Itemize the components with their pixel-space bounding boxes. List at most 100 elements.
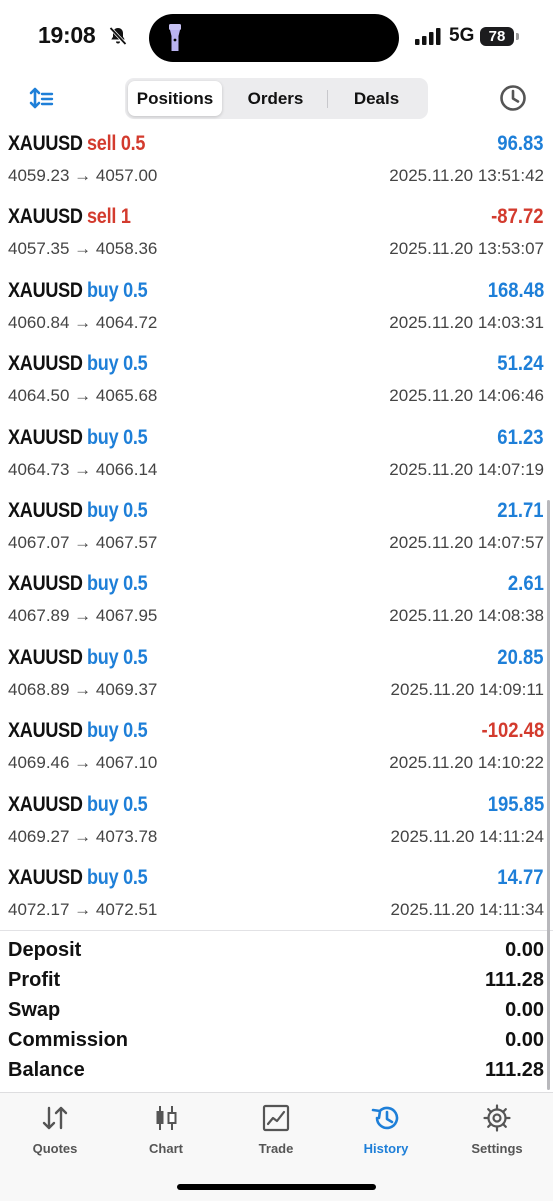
- deal-datetime: 2025.11.20 14:10:22: [389, 753, 544, 773]
- deal-prices: 4067.07 → 4067.57: [8, 532, 158, 552]
- signal-icon: [415, 28, 441, 50]
- deal-profit: 20.85: [497, 645, 544, 669]
- deal-datetime: 2025.11.20 14:03:31: [389, 312, 544, 332]
- summary-row-profit: Profit 111.28: [0, 967, 553, 997]
- status-time: 19:08: [38, 22, 96, 48]
- deal-profit: 51.24: [497, 352, 544, 376]
- deal-prices: 4072.17 → 4072.51: [8, 899, 158, 919]
- deal-profit: -102.48: [481, 719, 544, 743]
- deal-profit: 195.85: [487, 792, 544, 816]
- tab-label: Trade: [258, 1141, 294, 1156]
- list-item[interactable]: XAUUSD buy 0.5 20.85 4068.89 → 4069.37 20…: [0, 642, 553, 715]
- deal-prices: 4064.50 → 4065.68: [8, 386, 158, 406]
- tab-history[interactable]: History: [336, 1101, 436, 1156]
- summary-value: 0.00: [505, 939, 544, 961]
- list-item[interactable]: XAUUSD sell 0.5 96.83 4059.23 → 4057.00 2…: [0, 128, 553, 201]
- summary-value: 111.28: [485, 1059, 544, 1081]
- tab-deals[interactable]: Deals: [328, 81, 425, 116]
- tab-settings[interactable]: Settings: [447, 1101, 547, 1156]
- deal-symbol: XAUUSD sell 0.5: [8, 132, 146, 155]
- deals-list: XAUUSD sell 0.5 96.83 4059.23 → 4057.00 2…: [0, 128, 553, 935]
- deal-prices: 4068.89 → 4069.37: [8, 679, 158, 699]
- battery-cap: [516, 33, 519, 40]
- deal-symbol: XAUUSD buy 0.5: [8, 498, 148, 522]
- deal-profit: 21.71: [497, 498, 544, 522]
- deal-symbol: XAUUSD buy 0.5: [8, 352, 148, 376]
- deal-profit: 14.77: [497, 865, 544, 889]
- history-icon: [371, 1106, 399, 1130]
- tab-label: History: [363, 1141, 409, 1156]
- list-item[interactable]: XAUUSD buy 0.5 51.24 4064.50 → 4065.68 20…: [0, 348, 553, 421]
- account-summary: Deposit 0.00 Profit 111.28 Swap 0.00 Com…: [0, 937, 553, 1087]
- list-item[interactable]: XAUUSD sell 1 -87.72 4057.35 → 4058.36 20…: [0, 201, 553, 274]
- deal-profit: 168.48: [487, 278, 544, 302]
- list-item[interactable]: XAUUSD buy 0.5 61.23 4064.73 → 4066.14 20…: [0, 422, 553, 495]
- deal-prices: 4069.27 → 4073.78: [8, 826, 158, 846]
- deal-datetime: 2025.11.20 14:07:57: [389, 532, 544, 552]
- summary-row-deposit: Deposit 0.00: [0, 937, 553, 967]
- deal-datetime: 2025.11.20 13:53:07: [389, 239, 544, 259]
- deal-prices: 4067.89 → 4067.95: [8, 606, 158, 626]
- tab-trade[interactable]: Trade: [226, 1101, 326, 1156]
- deal-datetime: 2025.11.20 13:51:42: [389, 166, 544, 185]
- list-item[interactable]: XAUUSD buy 0.5 195.85 4069.27 → 4073.78 2…: [0, 789, 553, 862]
- deal-symbol: XAUUSD buy 0.5: [8, 425, 148, 449]
- home-indicator[interactable]: [177, 1184, 376, 1190]
- battery-icon: 78: [480, 27, 514, 46]
- deal-symbol: XAUUSD buy 0.5: [8, 278, 148, 302]
- deal-profit: 2.61: [508, 572, 544, 596]
- summary-row-swap: Swap 0.00: [0, 997, 553, 1027]
- list-item[interactable]: XAUUSD buy 0.5 -102.48 4069.46 → 4067.10 …: [0, 715, 553, 788]
- list-item[interactable]: XAUUSD buy 0.5 21.71 4067.07 → 4067.57 20…: [0, 495, 553, 568]
- tab-quotes[interactable]: Quotes: [5, 1101, 105, 1156]
- deal-datetime: 2025.11.20 14:06:46: [389, 386, 544, 406]
- deal-datetime: 2025.11.20 14:09:11: [390, 679, 544, 699]
- deal-profit: 96.83: [497, 132, 544, 155]
- summary-label: Balance: [8, 1059, 85, 1081]
- summary-value: 0.00: [505, 999, 544, 1021]
- network-label: 5G: [449, 25, 475, 46]
- summary-divider: [0, 930, 553, 931]
- bell-slash-icon: [108, 26, 128, 51]
- summary-label: Swap: [8, 999, 61, 1021]
- tab-label: Quotes: [32, 1141, 78, 1156]
- tab-label: Settings: [471, 1141, 523, 1156]
- trade-icon: [262, 1104, 290, 1132]
- tab-label: Chart: [149, 1141, 183, 1156]
- sort-icon[interactable]: [27, 85, 55, 113]
- segmented-control: Positions Orders Deals: [125, 78, 428, 119]
- list-item[interactable]: XAUUSD buy 0.5 2.61 4067.89 → 4067.95 202…: [0, 568, 553, 641]
- summary-label: Profit: [8, 969, 61, 991]
- summary-row-commission: Commission 0.00: [0, 1027, 553, 1057]
- deal-prices: 4060.84 → 4064.72: [8, 312, 158, 332]
- deal-prices: 4057.35 → 4058.36: [8, 239, 158, 259]
- status-bar: 19:08 5G 78: [0, 0, 553, 75]
- deal-symbol: XAUUSD buy 0.5: [8, 719, 148, 743]
- dynamic-island: [149, 14, 399, 62]
- deal-symbol: XAUUSD buy 0.5: [8, 572, 148, 596]
- list-item[interactable]: XAUUSD buy 0.5 14.77 4072.17 → 4072.51 20…: [0, 862, 553, 935]
- deal-symbol: XAUUSD buy 0.5: [8, 645, 148, 669]
- chart-icon: [156, 1106, 177, 1130]
- list-item[interactable]: XAUUSD buy 0.5 168.48 4060.84 → 4064.72 2…: [0, 275, 553, 348]
- deal-datetime: 2025.11.20 14:07:19: [389, 459, 544, 479]
- deal-profit: 61.23: [497, 425, 544, 449]
- deal-symbol: XAUUSD buy 0.5: [8, 792, 148, 816]
- summary-label: Commission: [8, 1029, 129, 1051]
- tab-chart[interactable]: Chart: [116, 1101, 216, 1156]
- clock-icon[interactable]: [498, 83, 528, 113]
- summary-label: Deposit: [8, 939, 82, 961]
- deal-profit: -87.72: [491, 205, 544, 229]
- settings-icon: [483, 1104, 511, 1132]
- quotes-icon: [42, 1106, 68, 1130]
- deal-prices: 4064.73 → 4066.14: [8, 459, 158, 479]
- deal-prices: 4059.23 → 4057.00: [8, 166, 158, 185]
- summary-value: 111.28: [485, 969, 544, 991]
- summary-row-balance: Balance 111.28: [0, 1057, 553, 1087]
- deal-prices: 4069.46 → 4067.10: [8, 753, 158, 773]
- tab-orders[interactable]: Orders: [225, 81, 326, 116]
- deal-symbol: XAUUSD buy 0.5: [8, 865, 148, 889]
- tab-positions[interactable]: Positions: [128, 81, 222, 116]
- scrollbar[interactable]: [547, 500, 550, 1090]
- flashlight-icon: [167, 23, 183, 53]
